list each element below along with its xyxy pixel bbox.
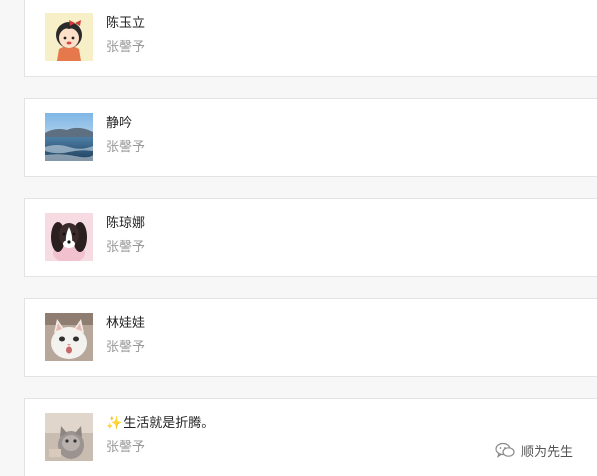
contact-name: 林娃娃 xyxy=(106,316,146,331)
list-item[interactable]: 静吟 张謦予 xyxy=(24,98,597,177)
list-item[interactable]: 林娃娃 张謦予 xyxy=(24,298,597,377)
list-item[interactable]: 陈琼娜 张謦予 xyxy=(24,198,597,277)
contact-subtitle: 张謦予 xyxy=(106,440,146,455)
avatar xyxy=(45,313,93,361)
avatar xyxy=(45,13,93,61)
contact-name: ✨生活就是折腾。 xyxy=(106,416,214,432)
contact-subtitle: 张謦予 xyxy=(106,140,146,155)
contact-subtitle: 张謦予 xyxy=(106,340,146,355)
contact-name-text: 生活就是折腾。 xyxy=(123,416,215,431)
white-cat-icon xyxy=(45,313,93,361)
contact-subtitle: 张謦予 xyxy=(106,240,146,255)
wechat-icon xyxy=(495,442,515,458)
list-item[interactable]: ✨生活就是折腾。 张謦予 xyxy=(24,398,597,476)
list-item[interactable]: 陈玉立 张謦予 xyxy=(24,0,597,77)
watermark-label: 顺为先生 xyxy=(521,444,574,460)
seascape-icon xyxy=(45,113,93,161)
cat-photo-icon xyxy=(45,413,93,461)
avatar xyxy=(45,413,93,461)
sparkle-icon: ✨ xyxy=(106,416,123,431)
contact-name: 陈玉立 xyxy=(106,16,146,31)
contact-name: 陈琼娜 xyxy=(106,216,146,231)
avatar xyxy=(45,113,93,161)
cartoon-girl-icon xyxy=(45,13,93,61)
watermark: 顺为先生 xyxy=(495,440,573,460)
avatar xyxy=(45,213,93,261)
dog-icon xyxy=(45,213,93,261)
contact-list: 陈玉立 张謦予 静吟 张謦予 陈琼娜 张謦予 林娃娃 张謦予 ✨生活就是折腾。 … xyxy=(0,0,597,476)
contact-name: 静吟 xyxy=(106,116,133,131)
contact-subtitle: 张謦予 xyxy=(106,40,146,55)
